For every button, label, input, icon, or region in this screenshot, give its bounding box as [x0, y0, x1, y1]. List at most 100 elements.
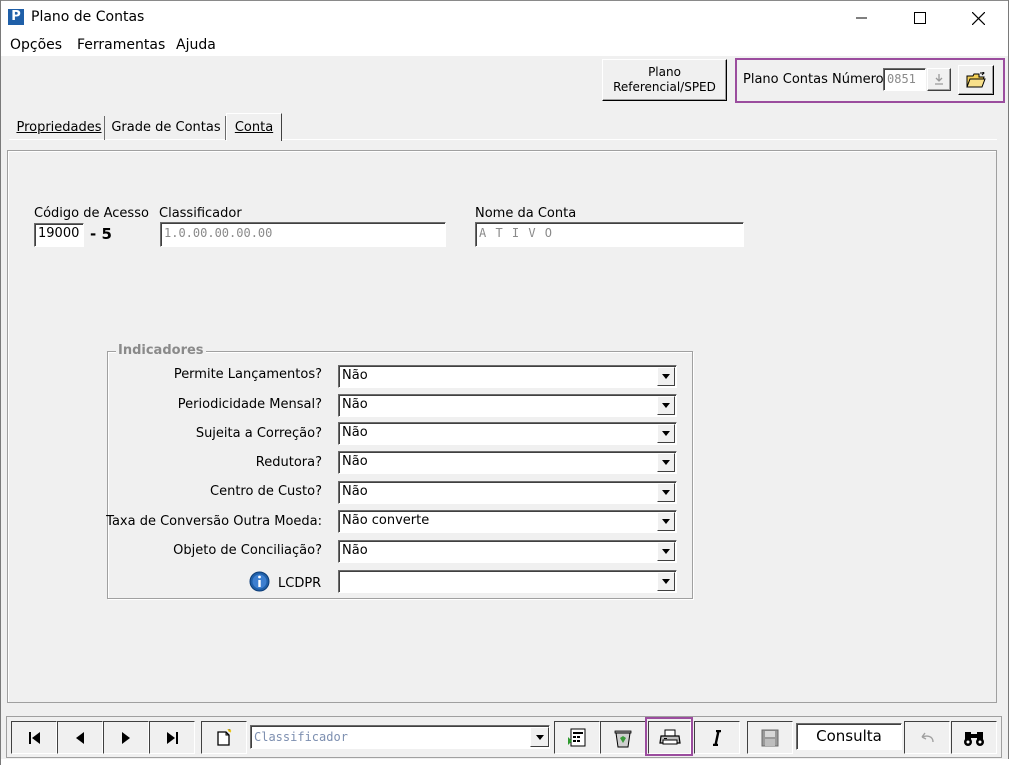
objeto-conciliacao-select[interactable]: Não — [338, 540, 677, 563]
dropdown-button[interactable] — [657, 453, 675, 472]
sped-button-line1: Plano — [648, 65, 681, 79]
redutora-select[interactable]: Não — [338, 451, 677, 474]
redutora-value: Não — [342, 454, 368, 469]
bottom-strip — [1, 759, 1009, 765]
account-name-label: Nome da Conta — [475, 206, 577, 221]
minimize-icon — [856, 17, 867, 19]
maximize-button[interactable] — [891, 1, 949, 35]
maximize-icon — [914, 12, 926, 24]
floppy-disk-icon — [761, 729, 779, 746]
previous-icon — [76, 731, 84, 744]
find-button[interactable] — [951, 721, 997, 754]
dropdown-button[interactable] — [657, 572, 675, 591]
dropdown-button[interactable] — [657, 542, 675, 561]
menu-options[interactable]: Opções — [10, 37, 62, 53]
new-document-icon — [217, 729, 232, 746]
minimize-button[interactable] — [833, 1, 891, 35]
chevron-down-icon — [662, 579, 670, 584]
undo-icon — [921, 732, 934, 742]
download-arrow-icon — [935, 74, 943, 85]
menu-bar: Opções Ferramentas Ajuda — [1, 34, 1008, 56]
lcdpr-select[interactable] — [338, 570, 677, 593]
close-icon — [971, 11, 985, 25]
centro-custo-select[interactable]: Não — [338, 481, 677, 504]
objeto-conciliacao-label: Objeto de Conciliação? — [173, 543, 322, 558]
info-icon[interactable] — [249, 571, 270, 592]
chevron-down-icon — [662, 460, 670, 465]
dropdown-button[interactable] — [657, 512, 675, 531]
tab-conta[interactable]: Conta — [226, 113, 282, 141]
periodicidade-mensal-select[interactable]: Não — [338, 394, 677, 417]
previous-record-button[interactable] — [57, 721, 103, 754]
first-record-button[interactable] — [11, 721, 57, 754]
check-digit: - 5 — [90, 225, 112, 243]
permite-lancamentos-label: Permite Lançamentos? — [173, 367, 322, 382]
search-field[interactable]: Classificador — [250, 725, 550, 749]
tab-propriedades[interactable]: Propriedades — [14, 116, 105, 140]
calculator-report-button[interactable] — [554, 721, 600, 754]
binoculars-icon — [964, 731, 984, 746]
chevron-down-icon — [662, 403, 670, 408]
next-icon — [122, 731, 130, 744]
first-record-bar-icon — [28, 731, 31, 744]
chevron-down-icon — [662, 431, 670, 436]
italic-i-icon — [713, 729, 721, 746]
open-plan-button[interactable] — [958, 65, 994, 95]
title-bar: P Plano de Contas — [1, 0, 1008, 35]
taxa-conversao-label: Taxa de Conversão Outra Moeda: — [106, 514, 322, 529]
close-button[interactable] — [949, 1, 1007, 35]
menu-tools[interactable]: Ferramentas — [77, 37, 165, 53]
print-button[interactable] — [648, 721, 691, 754]
last-record-button[interactable] — [149, 721, 195, 754]
italic-info-button[interactable] — [694, 721, 740, 754]
access-code-label: Código de Acesso — [34, 206, 149, 221]
account-name-field[interactable]: A T I V O — [475, 222, 744, 247]
tab-grade-label: Grade de Contas — [111, 120, 221, 135]
periodicidade-mensal-value: Não — [342, 397, 368, 412]
centro-custo-value: Não — [342, 484, 368, 499]
window: P Plano de Contas Opções Ferramentas Aju… — [0, 0, 1009, 765]
sped-button-line2: Referencial/SPED — [613, 80, 716, 94]
search-field-dropdown[interactable] — [530, 727, 549, 747]
dropdown-button[interactable] — [657, 396, 675, 415]
plan-number-field[interactable]: 0851 — [883, 68, 926, 91]
taxa-conversao-select[interactable]: Não converte — [338, 510, 677, 533]
recycle-bin-icon — [614, 730, 632, 747]
undo-button[interactable] — [904, 721, 950, 754]
last-record-bar-icon — [175, 731, 178, 744]
redutora-label: Redutora? — [255, 455, 322, 470]
tab-grade-de-contas[interactable]: Grade de Contas — [107, 116, 226, 140]
tab-propriedades-label: Propriedades — [16, 120, 102, 135]
plan-number-lookup-button[interactable] — [927, 68, 951, 91]
chevron-down-icon — [662, 549, 670, 554]
indicators-group: Indicadores Permite Lançamentos? Não Per… — [106, 343, 693, 599]
access-code-field[interactable]: 19000 — [34, 223, 84, 247]
permite-lancamentos-value: Não — [342, 368, 368, 383]
sujeita-correcao-label: Sujeita a Correção? — [195, 426, 322, 441]
plano-referencial-sped-button[interactable]: Plano Referencial/SPED — [602, 59, 727, 101]
classifier-field[interactable]: 1.0.00.00.00.00 — [160, 222, 446, 247]
delete-button[interactable] — [600, 721, 646, 754]
chevron-down-icon — [662, 374, 670, 379]
window-title: Plano de Contas — [31, 9, 145, 25]
chevron-down-icon — [662, 519, 670, 524]
dropdown-button[interactable] — [657, 424, 675, 443]
periodicidade-mensal-label: Periodicidade Mensal? — [177, 397, 322, 412]
tab-conta-label: Conta — [234, 120, 274, 135]
indicators-title: Indicadores — [116, 343, 206, 358]
chevron-down-icon — [535, 734, 544, 740]
sujeita-correcao-value: Não — [342, 425, 368, 440]
dropdown-button[interactable] — [657, 483, 675, 502]
sujeita-correcao-select[interactable]: Não — [338, 422, 677, 445]
save-button[interactable] — [747, 721, 793, 754]
menu-help[interactable]: Ajuda — [176, 37, 216, 53]
next-record-button[interactable] — [103, 721, 149, 754]
lcdpr-label: LCDPR — [278, 576, 322, 591]
printer-icon — [658, 729, 681, 744]
new-record-button[interactable] — [201, 721, 247, 754]
centro-custo-label: Centro de Custo? — [210, 484, 322, 499]
chevron-down-icon — [662, 490, 670, 495]
mode-indicator: Consulta — [796, 723, 902, 750]
dropdown-button[interactable] — [657, 367, 675, 386]
permite-lancamentos-select[interactable]: Não — [338, 365, 677, 388]
